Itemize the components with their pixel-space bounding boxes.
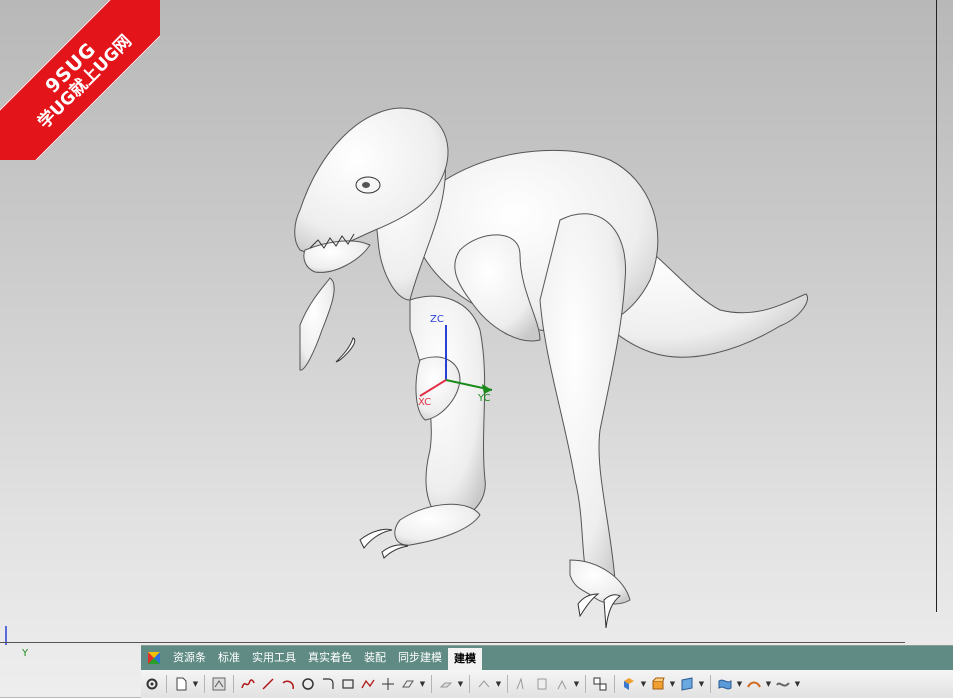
- chevron-down-icon[interactable]: ▼: [640, 674, 647, 694]
- extrude-icon[interactable]: [437, 674, 455, 694]
- tab-assembly[interactable]: 装配: [358, 646, 392, 670]
- toolbar-separator: [710, 674, 711, 693]
- watermark-band: 9SUG 学UG就上UG网: [0, 0, 160, 160]
- toolbar-separator: [431, 674, 432, 693]
- chevron-down-icon[interactable]: ▼: [736, 674, 743, 694]
- new-part-icon[interactable]: [172, 674, 190, 694]
- boolean-icon[interactable]: [591, 674, 609, 694]
- tab-resource-bar[interactable]: 资源条: [167, 646, 212, 670]
- point-icon[interactable]: [379, 674, 397, 694]
- ribbon-toolbar: 资源条 标准 实用工具 真实着色 装配 同步建模 建模 ▼ ▼ ▼ ▼ ▼ ▼ …: [141, 645, 953, 698]
- datum-plane-icon[interactable]: [399, 674, 417, 694]
- chamfer-icon[interactable]: [533, 674, 551, 694]
- circle-icon[interactable]: [299, 674, 317, 694]
- view-frame-bottom: [0, 642, 905, 643]
- sweep-icon[interactable]: [745, 674, 763, 694]
- chevron-down-icon[interactable]: ▼: [698, 674, 705, 694]
- toolbar-separator: [614, 674, 615, 693]
- sketch-icon[interactable]: [210, 674, 228, 694]
- edge-blend-icon[interactable]: [513, 674, 531, 694]
- absolute-csys-y-label: Y: [22, 648, 29, 659]
- gear-icon[interactable]: [143, 674, 161, 694]
- tab-standard[interactable]: 标准: [212, 646, 246, 670]
- hole-icon[interactable]: [553, 674, 571, 694]
- chevron-down-icon[interactable]: ▼: [573, 674, 580, 694]
- line-icon[interactable]: [259, 674, 277, 694]
- tab-true-shading[interactable]: 真实着色: [302, 646, 358, 670]
- arc-icon[interactable]: [279, 674, 297, 694]
- chevron-down-icon[interactable]: ▼: [419, 674, 426, 694]
- wave-surface-icon[interactable]: [774, 674, 792, 694]
- polyline-icon[interactable]: [359, 674, 377, 694]
- chevron-down-icon[interactable]: ▼: [495, 674, 502, 694]
- axis-label-x: XC: [418, 397, 432, 408]
- tab-utility-tools[interactable]: 实用工具: [246, 646, 302, 670]
- toolbar-separator: [585, 674, 586, 693]
- chevron-down-icon[interactable]: ▼: [457, 674, 464, 694]
- surface-icon[interactable]: [678, 674, 696, 694]
- revolve-icon[interactable]: [475, 674, 493, 694]
- toolbar-separator: [507, 674, 508, 693]
- fillet-icon[interactable]: [319, 674, 337, 694]
- shell-icon[interactable]: [620, 674, 638, 694]
- chevron-down-icon[interactable]: ▼: [192, 674, 199, 694]
- ribbon-tabbar: 资源条 标准 实用工具 真实着色 装配 同步建模 建模: [141, 646, 953, 670]
- graphics-viewport[interactable]: 9SUG 学UG就上UG网 ZC XC YC Y: [0, 0, 953, 659]
- nx-logo-icon[interactable]: [141, 646, 167, 670]
- chevron-down-icon[interactable]: ▼: [794, 674, 801, 694]
- toolbar-icon-row: ▼ ▼ ▼ ▼ ▼ ▼ ▼ ▼ ▼ ▼ ▼: [141, 670, 953, 697]
- tab-modeling[interactable]: 建模: [448, 648, 482, 670]
- view-frame-border: [936, 0, 937, 612]
- rectangle-icon[interactable]: [339, 674, 357, 694]
- axis-label-z: ZC: [430, 314, 444, 325]
- tab-synchronous-modeling[interactable]: 同步建模: [392, 646, 448, 670]
- studio-spline-icon[interactable]: [239, 674, 257, 694]
- toolbar-separator: [166, 674, 167, 693]
- toolbar-separator: [233, 674, 234, 693]
- toolbar-separator: [469, 674, 470, 693]
- toolbar-separator: [204, 674, 205, 693]
- chevron-down-icon[interactable]: ▼: [765, 674, 772, 694]
- box-icon[interactable]: [649, 674, 667, 694]
- site-watermark: 9SUG 学UG就上UG网: [0, 0, 160, 160]
- mesh-surface-icon[interactable]: [716, 674, 734, 694]
- chevron-down-icon[interactable]: ▼: [669, 674, 676, 694]
- axis-label-y: YC: [478, 393, 491, 404]
